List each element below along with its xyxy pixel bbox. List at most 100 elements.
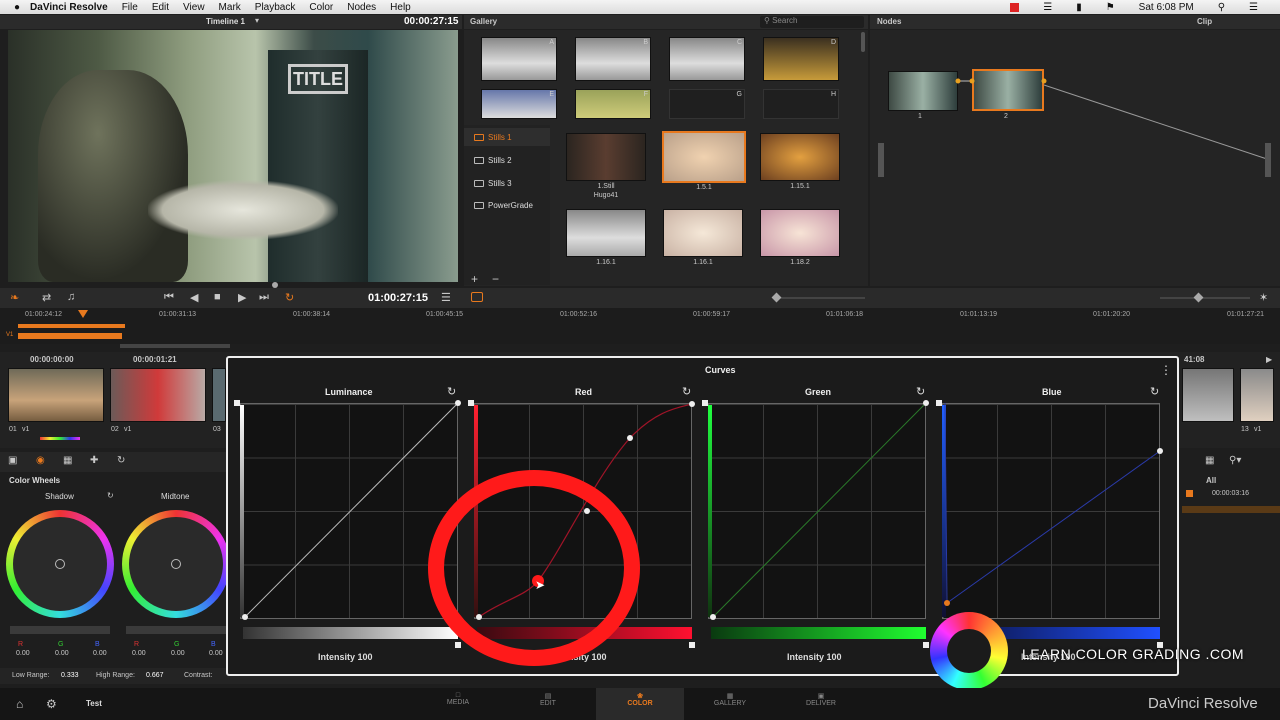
- midtone-g-value[interactable]: 0.00: [171, 650, 185, 657]
- shadow-reset-icon[interactable]: ↻: [107, 491, 114, 500]
- flag-icon[interactable]: ⚑: [1106, 2, 1115, 13]
- still-g[interactable]: G: [669, 89, 745, 119]
- still-b[interactable]: B: [575, 37, 651, 81]
- chevron-down-icon[interactable]: ▾: [255, 16, 259, 25]
- menu-file[interactable]: File: [122, 2, 138, 13]
- gallery-still-1[interactable]: [566, 133, 646, 181]
- timeline-playhead[interactable]: [78, 310, 88, 318]
- audio-icon[interactable]: ♫: [67, 291, 75, 303]
- camera-raw-icon[interactable]: ▣: [8, 455, 17, 466]
- tab-color[interactable]: ❀ COLOR: [610, 692, 670, 707]
- battery-icon[interactable]: ▮: [1076, 2, 1082, 13]
- gallery-scrollbar[interactable]: [861, 32, 865, 52]
- filter-all[interactable]: All: [1206, 476, 1216, 485]
- home-icon[interactable]: ⌂: [16, 697, 23, 711]
- gallery-still-3[interactable]: [760, 133, 840, 181]
- menu-icon[interactable]: ☰: [441, 291, 451, 304]
- refresh-icon[interactable]: ↻: [117, 455, 125, 466]
- qualifier-icon[interactable]: ✚: [90, 455, 98, 466]
- timeline-scrollbar[interactable]: [120, 344, 230, 348]
- low-range-value[interactable]: 0.333: [61, 672, 79, 679]
- menu-app-name[interactable]: DaVinci Resolve: [30, 2, 108, 13]
- wifi-icon[interactable]: ☰: [1043, 2, 1052, 13]
- record-icon[interactable]: [1010, 2, 1020, 12]
- strip-handle[interactable]: [923, 642, 929, 648]
- search-icon[interactable]: ⚲: [1218, 2, 1225, 13]
- menu-nodes[interactable]: Nodes: [347, 2, 376, 13]
- stop-button[interactable]: ■: [214, 291, 221, 303]
- shadow-master-slider[interactable]: [10, 626, 110, 634]
- album-powergrade[interactable]: PowerGrade: [474, 201, 533, 210]
- tab-edit[interactable]: ▤ EDIT: [518, 692, 578, 707]
- shadow-r-value[interactable]: 0.00: [16, 650, 30, 657]
- add-album-button[interactable]: +: [471, 272, 478, 286]
- shadow-b-value[interactable]: 0.00: [93, 650, 107, 657]
- clip-03[interactable]: [212, 368, 226, 422]
- clips-scroll-arrow[interactable]: ▶: [1266, 355, 1272, 364]
- eyedropper-icon[interactable]: ❧: [10, 291, 19, 304]
- clock[interactable]: Sat 6:08 PM: [1139, 2, 1194, 13]
- shadow-wheel-puck[interactable]: [55, 559, 65, 569]
- color-wheels-tab-icon[interactable]: ◉: [36, 455, 45, 466]
- gallery-grab-button[interactable]: [471, 292, 483, 302]
- album-stills-2[interactable]: Stills 2: [474, 156, 512, 165]
- menu-playback[interactable]: Playback: [255, 2, 296, 13]
- gallery-still-4[interactable]: [566, 209, 646, 257]
- remove-album-button[interactable]: −: [492, 272, 499, 286]
- still-c[interactable]: C: [669, 37, 745, 81]
- still-a[interactable]: A: [481, 37, 557, 81]
- tab-gallery[interactable]: ▦ GALLERY: [700, 692, 760, 707]
- menu-edit[interactable]: Edit: [152, 2, 169, 13]
- skip-forward-button[interactable]: ⏭: [259, 291, 269, 304]
- play-reverse-button[interactable]: ◀: [190, 291, 198, 304]
- tab-deliver[interactable]: ▣ DELIVER: [791, 692, 851, 707]
- settings-icon[interactable]: ✶: [1259, 291, 1268, 304]
- still-e[interactable]: E: [481, 89, 557, 119]
- midtone-b-value[interactable]: 0.00: [209, 650, 223, 657]
- gallery-search[interactable]: ⚲ Search: [760, 16, 864, 28]
- album-stills-3[interactable]: Stills 3: [474, 179, 512, 188]
- zoom-icon[interactable]: ⚲▾: [1229, 455, 1241, 466]
- gallery-still-5[interactable]: [663, 209, 743, 257]
- still-d[interactable]: D: [763, 37, 839, 81]
- luminance-horizontal-strip[interactable]: [243, 627, 458, 639]
- menu-color[interactable]: Color: [309, 2, 333, 13]
- green-horizontal-strip[interactable]: [711, 627, 926, 639]
- shuffle-icon[interactable]: ⇄: [42, 291, 51, 304]
- clip-13[interactable]: [1240, 368, 1274, 422]
- menu-help[interactable]: Help: [390, 2, 411, 13]
- grid-view-icon[interactable]: ▦: [1205, 455, 1214, 466]
- timeline-selector[interactable]: Timeline 1: [206, 17, 245, 26]
- still-h[interactable]: H: [763, 89, 839, 119]
- tab-media[interactable]: □ MEDIA: [428, 692, 488, 706]
- gallery-still-6[interactable]: [760, 209, 840, 257]
- luminance-intensity[interactable]: Intensity 100: [318, 652, 373, 662]
- shadow-g-value[interactable]: 0.00: [55, 650, 69, 657]
- strip-handle[interactable]: [689, 642, 695, 648]
- clip-selector[interactable]: Clip: [1197, 17, 1212, 26]
- clip-12[interactable]: [1182, 368, 1234, 422]
- clip-01[interactable]: [8, 368, 104, 422]
- strip-handle[interactable]: [455, 642, 461, 648]
- video-viewer[interactable]: TITLE: [8, 30, 458, 282]
- menu-mark[interactable]: Mark: [219, 2, 241, 13]
- album-stills-1[interactable]: Stills 1: [474, 133, 512, 142]
- play-button[interactable]: ▶: [238, 291, 246, 304]
- node-input-handle[interactable]: [878, 143, 884, 177]
- midtone-master-slider[interactable]: [126, 626, 226, 634]
- skip-back-button[interactable]: ⏮: [164, 291, 174, 304]
- apple-icon[interactable]: ●: [14, 2, 20, 13]
- node-output-handle[interactable]: [1265, 143, 1271, 177]
- scopes-icon[interactable]: ▦: [63, 455, 72, 466]
- high-range-value[interactable]: 0.667: [146, 672, 164, 679]
- midtone-r-value[interactable]: 0.00: [132, 650, 146, 657]
- gear-icon[interactable]: ⚙: [46, 697, 57, 711]
- list-icon[interactable]: ☰: [1249, 2, 1258, 13]
- timeline-clip-bar-2[interactable]: [18, 333, 122, 339]
- nodes-zoom-slider[interactable]: [1160, 297, 1250, 299]
- clip-02[interactable]: [110, 368, 206, 422]
- green-intensity[interactable]: Intensity 100: [787, 652, 842, 662]
- midtone-wheel-puck[interactable]: [171, 559, 181, 569]
- still-f[interactable]: F: [575, 89, 651, 119]
- gallery-still-2[interactable]: [662, 131, 746, 183]
